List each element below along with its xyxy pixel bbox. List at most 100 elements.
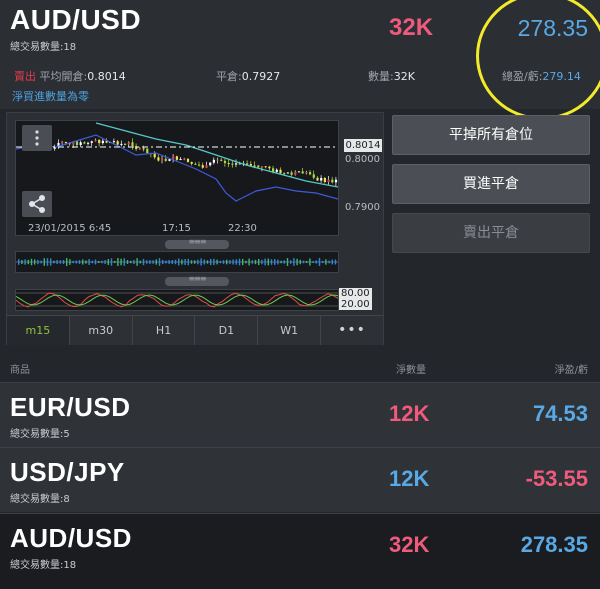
- candle-body: [194, 163, 197, 165]
- candle-body: [334, 179, 338, 183]
- candle-body: [83, 142, 86, 144]
- volume-bar: [168, 260, 170, 264]
- sell-close-button[interactable]: 賣出平倉: [392, 213, 590, 253]
- candle-body: [212, 159, 215, 163]
- volume-bar: [299, 259, 301, 265]
- candle-body: [205, 165, 208, 168]
- position-row-eurusd[interactable]: EUR/USD 總交易數量:5 12K 74.53: [0, 382, 600, 447]
- close-label: 平倉:: [216, 70, 242, 83]
- row-trade-count: 總交易數量:8: [10, 494, 70, 505]
- more-timeframes-button[interactable]: •••: [321, 316, 383, 345]
- osc-tick-bottom: 20.00: [339, 299, 372, 310]
- volume-bar: [216, 259, 218, 265]
- candlestick-chart[interactable]: 23/01/2015 6:45 17:15 22:30: [15, 120, 339, 236]
- position-row-usdjpy[interactable]: USD/JPY 總交易數量:8 12K -53.55: [0, 447, 600, 512]
- candle-body: [331, 179, 334, 183]
- candle-body: [327, 179, 330, 183]
- candle-body: [183, 158, 186, 160]
- volume-bar: [293, 258, 295, 266]
- close-all-positions-button[interactable]: 平掉所有倉位: [392, 115, 590, 155]
- row-net-qty: 12K: [389, 466, 430, 491]
- volume-bar: [34, 259, 36, 265]
- volume-bar: [318, 258, 321, 266]
- volume-bar: [43, 258, 45, 266]
- volume-bar: [261, 259, 263, 265]
- share-button[interactable]: [22, 191, 52, 217]
- candle-body: [120, 143, 123, 145]
- candle-body: [138, 148, 141, 150]
- volume-bar: [27, 259, 29, 265]
- tab-d1[interactable]: D1: [195, 316, 259, 345]
- resize-handle-1[interactable]: [165, 237, 229, 249]
- qty-info: 數量:32K: [368, 68, 415, 84]
- volume-bar: [302, 260, 305, 264]
- candle-body: [164, 158, 167, 161]
- candle-body: [75, 141, 79, 145]
- row-pair: USD/JPY: [10, 457, 125, 487]
- col-product: 商品: [10, 365, 30, 376]
- candles-group: [50, 138, 338, 187]
- candle-body: [227, 163, 230, 165]
- moving-average-slow: [95, 122, 339, 188]
- row-trade-count: 總交易數量:18: [10, 560, 77, 571]
- volume-bar: [200, 258, 202, 266]
- volume-bar: [75, 260, 77, 264]
- oscillator-svg: [15, 292, 341, 308]
- close-info: 平倉:0.7927: [216, 68, 280, 84]
- volume-indicator: [15, 251, 339, 273]
- volume-bar: [270, 259, 273, 265]
- candle-body: [235, 163, 238, 165]
- volume-bar: [309, 258, 311, 266]
- candle-body: [161, 158, 164, 161]
- chart-menu-button[interactable]: [22, 125, 52, 151]
- volume-bar: [197, 259, 199, 265]
- volume-bar: [296, 258, 298, 266]
- y-tick-0: 0.8000: [345, 154, 380, 165]
- volume-bar: [165, 260, 167, 264]
- candle-body: [257, 165, 260, 168]
- candle-body: [312, 174, 315, 178]
- avg-price-tag: 0.8014: [344, 139, 382, 152]
- volume-bar: [162, 259, 164, 265]
- candle-body: [275, 169, 278, 172]
- candle-body: [297, 171, 301, 173]
- volume-bar: [53, 260, 55, 264]
- volume-bar: [50, 258, 52, 266]
- volume-bar: [315, 260, 317, 264]
- candle-body: [124, 143, 127, 145]
- candle-body: [127, 142, 130, 145]
- close-value: 0.7927: [241, 70, 281, 83]
- volume-bar: [18, 259, 20, 265]
- volume-bar: [152, 260, 154, 264]
- row-pair: EUR/USD: [10, 392, 131, 422]
- candle-body: [268, 166, 271, 169]
- volume-bar: [334, 259, 337, 265]
- candle-body: [231, 163, 234, 165]
- summary-total-trades: 總交易數量:18: [10, 42, 77, 53]
- position-row-audusd[interactable]: AUD/USD 總交易數量:18 32K 278.35: [0, 513, 600, 589]
- resize-handle-2[interactable]: [165, 274, 229, 286]
- volume-bar: [328, 260, 330, 264]
- candle-body: [216, 159, 219, 161]
- volume-bar: [277, 259, 279, 265]
- tab-m30[interactable]: m30: [69, 316, 133, 345]
- candle-body: [146, 148, 149, 154]
- timeframe-tabs: m15 m30 H1 D1 W1 •••: [7, 315, 383, 345]
- row-pair: AUD/USD: [10, 523, 132, 553]
- buy-close-button[interactable]: 買進平倉: [392, 164, 590, 204]
- osc-tick-top: 80.00: [339, 288, 372, 299]
- row-pnl: -53.55: [525, 466, 588, 491]
- row-trade-count: 總交易數量:5: [10, 429, 70, 440]
- volume-svg: [16, 258, 338, 266]
- volume-bar: [226, 259, 228, 265]
- volume-bar: [264, 258, 266, 266]
- volume-bar: [283, 260, 285, 264]
- candle-body: [186, 158, 190, 162]
- volume-bar: [181, 259, 183, 265]
- volume-bar: [72, 260, 74, 264]
- tab-h1[interactable]: H1: [132, 316, 196, 345]
- tab-w1[interactable]: W1: [258, 316, 322, 345]
- candle-body: [153, 153, 156, 158]
- tab-m15[interactable]: m15: [7, 316, 70, 345]
- avg-open-info: 賣出 平均開倉:0.8014: [14, 68, 126, 84]
